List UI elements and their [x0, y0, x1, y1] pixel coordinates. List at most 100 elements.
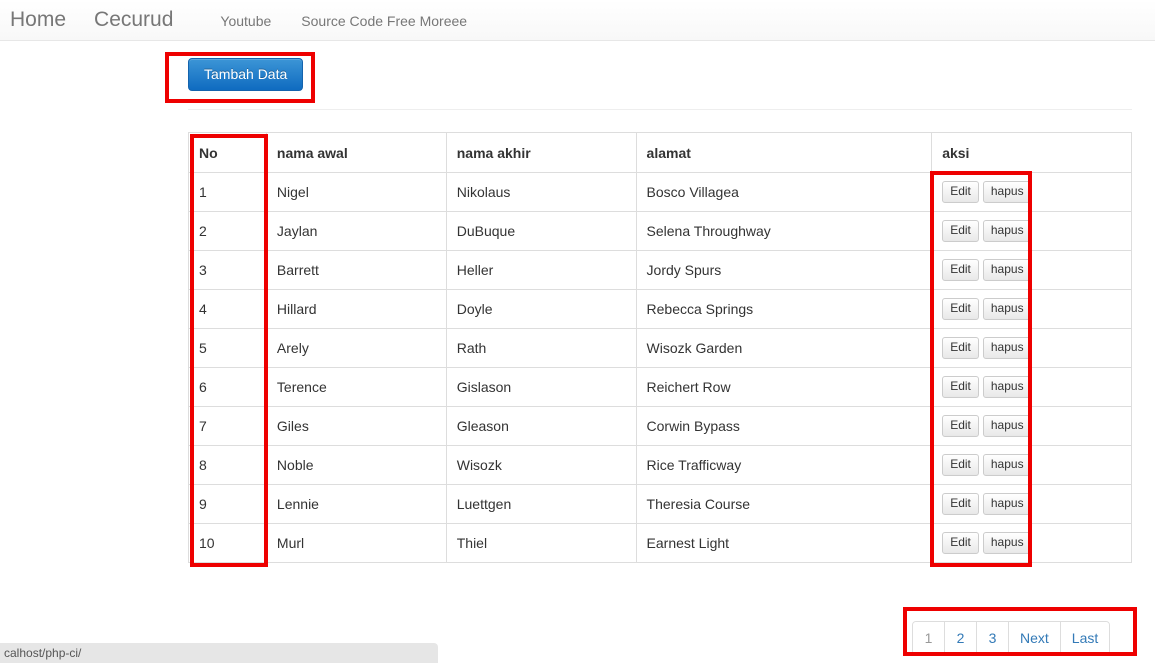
- navbar-link-youtube[interactable]: Youtube: [205, 1, 286, 41]
- page-root: Home Cecurud Youtube Source Code Free Mo…: [0, 0, 1155, 663]
- row-cell-nama-akhir: Luettgen: [445, 484, 637, 524]
- navbar-brand-cecurud[interactable]: Cecurud: [80, 0, 187, 40]
- row-cell-nama-akhir: DuBuque: [445, 211, 637, 251]
- data-table: No nama awal nama akhir alamat aksi 1 Nig…: [188, 132, 1132, 563]
- row-cell-alamat: Jordy Spurs: [635, 250, 933, 290]
- delete-button[interactable]: hapus: [982, 259, 1032, 281]
- row-cell-no: 4: [188, 289, 267, 329]
- row-cell-aksi: Edit hapus: [931, 328, 1132, 368]
- edit-button[interactable]: Edit: [942, 259, 979, 281]
- table-row: 9 Lennie Luettgen Theresia Course Edit hapus: [188, 484, 1132, 524]
- column-header-alamat: alamat: [635, 132, 933, 173]
- row-cell-nama-akhir: Gislason: [445, 367, 637, 407]
- pagination-item-1[interactable]: 1: [913, 622, 945, 654]
- row-cell-aksi: Edit hapus: [931, 367, 1132, 407]
- row-cell-no: 10: [188, 523, 267, 563]
- table-head: No nama awal nama akhir alamat aksi: [188, 132, 1132, 173]
- row-cell-no: 1: [188, 172, 267, 212]
- row-cell-nama-akhir: Doyle: [445, 289, 637, 329]
- row-cell-nama-awal: Lennie: [265, 484, 447, 524]
- row-cell-alamat: Theresia Course: [635, 484, 933, 524]
- row-cell-nama-akhir: Rath: [445, 328, 637, 368]
- delete-button[interactable]: hapus: [982, 337, 1032, 359]
- edit-button[interactable]: Edit: [942, 220, 979, 242]
- row-cell-aksi: Edit hapus: [931, 523, 1132, 563]
- row-cell-nama-awal: Jaylan: [265, 211, 447, 251]
- row-cell-aksi: Edit hapus: [931, 445, 1132, 485]
- edit-button[interactable]: Edit: [942, 376, 979, 398]
- row-cell-no: 5: [188, 328, 267, 368]
- row-cell-no: 6: [188, 367, 267, 407]
- table-row: 4 Hillard Doyle Rebecca Springs Edit hapus: [188, 289, 1132, 329]
- row-cell-alamat: Reichert Row: [635, 367, 933, 407]
- pagination-item-next[interactable]: Next: [1009, 622, 1061, 654]
- row-cell-alamat: Wisozk Garden: [635, 328, 933, 368]
- row-cell-aksi: Edit hapus: [931, 484, 1132, 524]
- delete-button[interactable]: hapus: [982, 532, 1032, 554]
- content-divider: [188, 109, 1132, 110]
- delete-button[interactable]: hapus: [982, 220, 1032, 242]
- row-cell-alamat: Selena Throughway: [635, 211, 933, 251]
- table-body: 1 Nigel Nikolaus Bosco Villagea Edit hapus 2 Ja…: [188, 172, 1132, 563]
- row-cell-aksi: Edit hapus: [931, 250, 1132, 290]
- navbar-brand-home[interactable]: Home: [0, 0, 80, 40]
- add-data-button[interactable]: Tambah Data: [188, 58, 304, 91]
- row-cell-alamat: Rebecca Springs: [635, 289, 933, 329]
- column-header-aksi: aksi: [931, 132, 1132, 173]
- row-cell-aksi: Edit hapus: [931, 289, 1132, 329]
- edit-button[interactable]: Edit: [942, 532, 979, 554]
- row-cell-no: 2: [188, 211, 267, 251]
- row-cell-no: 3: [188, 250, 267, 290]
- row-cell-nama-awal: Barrett: [265, 250, 447, 290]
- row-cell-nama-awal: Nigel: [265, 172, 447, 212]
- row-cell-nama-awal: Hillard: [265, 289, 447, 329]
- edit-button[interactable]: Edit: [942, 493, 979, 515]
- delete-button[interactable]: hapus: [982, 454, 1032, 476]
- pagination-item-last[interactable]: Last: [1060, 622, 1110, 654]
- edit-button[interactable]: Edit: [942, 181, 979, 203]
- pagination-item-3[interactable]: 3: [977, 622, 1009, 654]
- row-cell-nama-akhir: Wisozk: [445, 445, 637, 485]
- table-row: 8 Noble Wisozk Rice Trafficway Edit hapus: [188, 445, 1132, 485]
- table-header-row: No nama awal nama akhir alamat aksi: [188, 132, 1132, 173]
- edit-button[interactable]: Edit: [942, 298, 979, 320]
- table-row: 10 Murl Thiel Earnest Light Edit hapus: [188, 523, 1132, 563]
- pagination: 1 2 3 Next Last: [912, 621, 1111, 655]
- row-cell-aksi: Edit hapus: [931, 172, 1132, 212]
- column-header-nama-akhir: nama akhir: [445, 132, 637, 173]
- navbar: Home Cecurud Youtube Source Code Free Mo…: [0, 0, 1155, 41]
- row-cell-no: 9: [188, 484, 267, 524]
- row-cell-alamat: Rice Trafficway: [635, 445, 933, 485]
- row-cell-no: 7: [188, 406, 267, 446]
- delete-button[interactable]: hapus: [982, 376, 1032, 398]
- table-row: 1 Nigel Nikolaus Bosco Villagea Edit hapus: [188, 172, 1132, 212]
- edit-button[interactable]: Edit: [942, 337, 979, 359]
- row-cell-no: 8: [188, 445, 267, 485]
- row-cell-alamat: Corwin Bypass: [635, 406, 933, 446]
- delete-button[interactable]: hapus: [982, 298, 1032, 320]
- row-cell-aksi: Edit hapus: [931, 211, 1132, 251]
- table-row: 3 Barrett Heller Jordy Spurs Edit hapus: [188, 250, 1132, 290]
- table-row: 2 Jaylan DuBuque Selena Throughway Edit hapus: [188, 211, 1132, 251]
- pagination-wrapper: 1 2 3 Next Last: [912, 621, 1111, 655]
- row-cell-nama-awal: Noble: [265, 445, 447, 485]
- row-cell-alamat: Bosco Villagea: [635, 172, 933, 212]
- row-cell-alamat: Earnest Light: [635, 523, 933, 563]
- column-header-no: No: [188, 132, 267, 173]
- row-cell-nama-awal: Arely: [265, 328, 447, 368]
- main-content: Tambah Data No nama awal nama akhir alam…: [188, 41, 1132, 563]
- pagination-item-2[interactable]: 2: [945, 622, 977, 654]
- delete-button[interactable]: hapus: [982, 181, 1032, 203]
- row-cell-nama-awal: Murl: [265, 523, 447, 563]
- status-bar-url: calhost/php-ci/: [0, 643, 438, 663]
- row-cell-nama-akhir: Heller: [445, 250, 637, 290]
- delete-button[interactable]: hapus: [982, 415, 1032, 437]
- delete-button[interactable]: hapus: [982, 493, 1032, 515]
- column-header-nama-awal: nama awal: [265, 132, 447, 173]
- edit-button[interactable]: Edit: [942, 415, 979, 437]
- table-row: 7 Giles Gleason Corwin Bypass Edit hapus: [188, 406, 1132, 446]
- table-row: 5 Arely Rath Wisozk Garden Edit hapus: [188, 328, 1132, 368]
- edit-button[interactable]: Edit: [942, 454, 979, 476]
- navbar-link-source-code[interactable]: Source Code Free Moreee: [286, 1, 482, 41]
- row-cell-nama-akhir: Nikolaus: [445, 172, 637, 212]
